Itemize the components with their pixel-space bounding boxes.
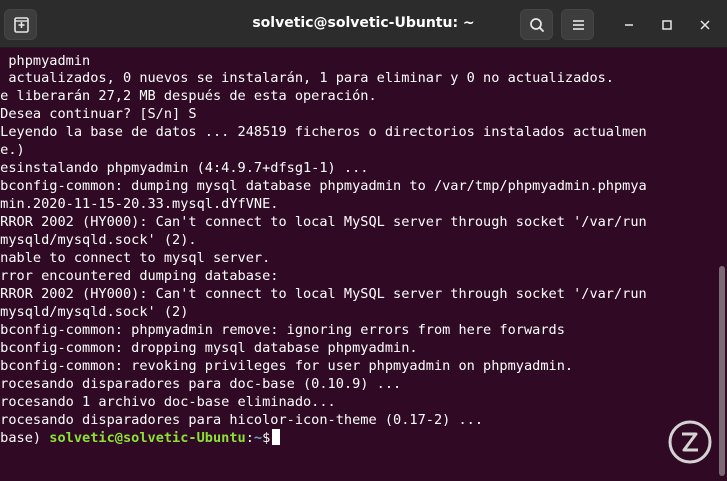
- output-line: dbconfig-common: dropping mysql database…: [0, 340, 418, 356]
- output-line: dmin.2020-11-15-20.33.mysql.dYfVNE.: [0, 196, 279, 212]
- output-line: (Leyendo la base de datos ... 248519 fic…: [0, 124, 647, 140]
- search-button[interactable]: [520, 9, 553, 40]
- prompt-colon: :: [245, 430, 254, 446]
- watermark-logo: [646, 420, 724, 478]
- output-line: dbconfig-common: revoking privileges for…: [0, 358, 574, 374]
- output-line: phpmyadmin: [0, 53, 91, 69]
- terminal-output[interactable]: phpmyadmin 0 actualizados, 0 nuevos se i…: [0, 48, 716, 481]
- search-icon: [530, 18, 544, 32]
- output-line: ERROR 2002 (HY000): Can't connect to loc…: [0, 286, 647, 302]
- prompt-path: ~: [253, 430, 263, 446]
- output-line: error encountered dumping database:: [0, 268, 279, 284]
- output-line: ERROR 2002 (HY000): Can't connect to loc…: [0, 214, 647, 230]
- output-line: unable to connect to mysql server.: [0, 250, 271, 266]
- prompt-symbol: $: [262, 430, 271, 446]
- maximize-button[interactable]: [654, 12, 680, 38]
- close-button[interactable]: [692, 12, 718, 38]
- output-line: Procesando disparadores para hicolor-ico…: [0, 412, 484, 428]
- output-line: /mysqld/mysqld.sock' (2).: [0, 232, 197, 248]
- prompt-env: (base): [0, 430, 42, 446]
- prompt-user-host: solvetic@solvetic-Ubuntu: [49, 430, 246, 446]
- terminal-scrollbar[interactable]: [716, 48, 727, 481]
- text-cursor: [272, 429, 281, 445]
- output-line: Desinstalando phpmyadmin (4:4.9.7+dfsg1-…: [0, 160, 369, 176]
- output-line: Se liberarán 27,2 MB después de esta ope…: [0, 88, 377, 104]
- minimize-button[interactable]: [616, 12, 642, 38]
- title-bar[interactable]: solvetic@solvetic-Ubuntu: ~: [0, 0, 727, 48]
- output-line: dbconfig-common: dumping mysql database …: [0, 178, 647, 194]
- output-line: te.): [0, 142, 25, 158]
- close-icon: [700, 20, 710, 30]
- output-line: /mysqld/mysqld.sock' (2): [0, 304, 189, 320]
- minimize-icon: [625, 24, 633, 26]
- output-line: Procesando disparadores para doc-base (0…: [0, 376, 402, 392]
- menu-button[interactable]: [561, 9, 594, 40]
- output-line: Procesando 1 archivo doc-base eliminado.…: [0, 394, 336, 410]
- shell-prompt[interactable]: (base) solvetic@solvetic-Ubuntu:~$: [0, 429, 281, 447]
- maximize-icon: [662, 20, 672, 30]
- output-line: ¿Desea continuar? [S/n] S: [0, 106, 197, 122]
- terminal-window: solvetic@solvetic-Ubuntu: ~ phpmyadmin 0…: [0, 0, 727, 481]
- output-line: dbconfig-common: phpmyadmin remove: igno…: [0, 322, 565, 338]
- solvetic-logo-icon: [668, 420, 712, 464]
- output-line: 0 actualizados, 0 nuevos se instalarán, …: [0, 70, 614, 86]
- hamburger-menu-icon: [573, 20, 584, 30]
